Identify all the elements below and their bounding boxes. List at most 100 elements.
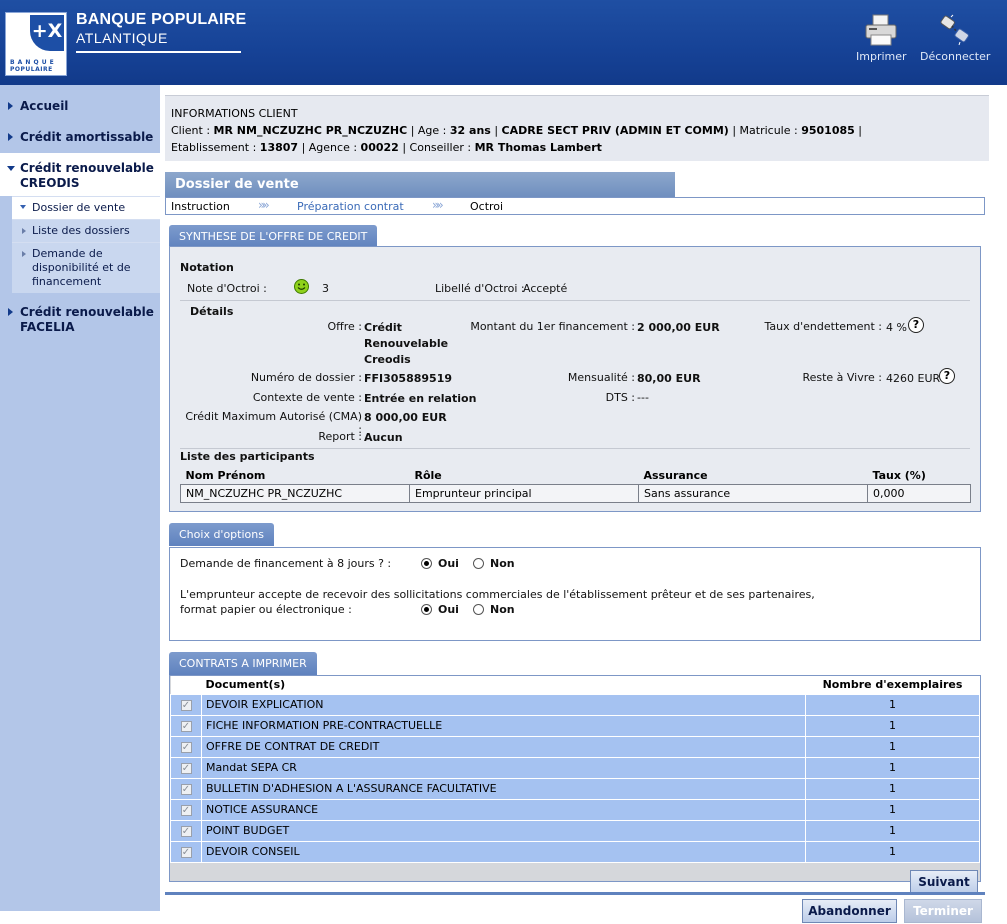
print-button[interactable]: Imprimer	[856, 14, 907, 63]
client-info-title: INFORMATIONS CLIENT	[171, 107, 298, 120]
logout-label: Déconnecter	[920, 50, 991, 63]
workflow-steps: Instruction »» Préparation contrat »» Oc…	[165, 197, 985, 215]
arrow-down-icon	[20, 205, 26, 209]
document-checkbox[interactable]: ✓	[180, 784, 192, 795]
offre-label: Offre :	[327, 320, 363, 333]
document-checkbox[interactable]: ✓	[180, 721, 192, 732]
sidebar-subitem-demande-disponibilite[interactable]: Demande de disponibilité et de financeme…	[12, 242, 160, 293]
column-header: Nom Prénom	[185, 469, 266, 482]
help-icon[interactable]: ?	[908, 317, 924, 333]
column-header: Taux (%)	[872, 469, 926, 482]
participant-name: NM_NCZUZHC PR_NCZUZHC	[180, 484, 410, 503]
document-count: 1	[805, 819, 980, 842]
document-name: DEVOIR CONSEIL	[201, 840, 806, 863]
document-count: 1	[805, 735, 980, 758]
document-checkbox[interactable]: ✓	[180, 700, 192, 711]
mensualite-value: 80,00 EUR	[637, 372, 701, 385]
document-name: FICHE INFORMATION PRE-CONTRACTUELLE	[201, 714, 806, 737]
notation-title: Notation	[180, 261, 234, 274]
arrow-right-icon	[22, 251, 26, 257]
sidebar-subitem-liste-des-dossiers[interactable]: Liste des dossiers	[12, 219, 160, 242]
client-info-line2: Etablissement : 13807 | Agence : 00022 |…	[171, 139, 983, 156]
document-count: 1	[805, 777, 980, 800]
document-count: 1	[805, 756, 980, 779]
contracts-table: Document(s) Nombre d'exemplaires ✓ DEVOI…	[170, 676, 980, 863]
document-checkbox[interactable]: ✓	[180, 805, 192, 816]
page-title: Dossier de vente	[165, 172, 675, 197]
document-count: 1	[805, 840, 980, 863]
table-row: ✓ Mandat SEPA CR 1	[170, 756, 980, 779]
logo-mark: +X	[30, 15, 64, 51]
help-icon[interactable]: ?	[939, 368, 955, 384]
logo-text: B A N Q U E POPULAIRE	[10, 59, 55, 73]
sidebar-subitem-label: Dossier de vente	[32, 201, 126, 214]
taux-endettement-value: 4 %	[886, 321, 907, 334]
document-name: BULLETIN D'ADHESION A L'ASSURANCE FACULT…	[201, 777, 806, 800]
libelle-octroi-label: Libellé d'Octroi :	[435, 282, 525, 295]
reste-a-vivre-value: 4260 EUR	[886, 372, 941, 385]
sidebar-subitem-dossier-de-vente[interactable]: Dossier de vente	[12, 196, 160, 219]
taux-endettement-label: Taux d'endettement :	[764, 320, 882, 333]
client-agence: 00022	[360, 141, 399, 154]
document-checkbox[interactable]: ✓	[180, 742, 192, 753]
table-row: NM_NCZUZHC PR_NCZUZHC Emprunteur princip…	[180, 484, 971, 503]
sidebar-item-label: Crédit renouvelable CREODIS	[20, 161, 154, 190]
document-count: 1	[805, 798, 980, 821]
table-header-row: Nom Prénom Rôle Assurance Taux (%)	[181, 467, 971, 485]
radio-q2-oui-label[interactable]: Oui	[438, 603, 459, 616]
document-name: POINT BUDGET	[201, 819, 806, 842]
chevron-double-icon: »»	[258, 198, 270, 212]
participant-role: Emprunteur principal	[409, 484, 639, 503]
mensualite-label: Mensualité :	[567, 371, 635, 384]
document-checkbox[interactable]: ✓	[180, 763, 192, 774]
document-name: OFFRE DE CONTRAT DE CREDIT	[201, 735, 806, 758]
libelle-octroi-value: Accepté	[523, 282, 568, 295]
cma-value: 8 000,00 EUR	[364, 411, 447, 424]
client-matricule: 9501085	[801, 124, 855, 137]
participant-rate: 0,000	[867, 484, 971, 503]
logout-button[interactable]: Déconnecter	[920, 14, 990, 63]
arrow-right-icon	[8, 102, 13, 110]
matricule-label: | Matricule :	[728, 124, 802, 137]
sidebar-item-accueil[interactable]: Accueil	[0, 91, 160, 119]
chevron-double-icon: »»	[432, 198, 444, 212]
participants-title: Liste des participants	[180, 450, 315, 463]
document-name: Mandat SEPA CR	[201, 756, 806, 779]
arrow-right-icon	[8, 133, 13, 141]
synthese-panel: Notation Note d'Octroi : 3 Libellé d'Oct…	[169, 246, 981, 512]
document-checkbox[interactable]: ✓	[180, 847, 192, 858]
conseiller-label: | Conseiller :	[398, 141, 475, 154]
abandonner-button[interactable]: Abandonner	[802, 899, 897, 923]
column-header: Document(s)	[201, 676, 806, 694]
note-octroi-label: Note d'Octroi :	[187, 282, 267, 295]
radio-q1-non[interactable]	[473, 558, 484, 569]
radio-q1-oui-label[interactable]: Oui	[438, 557, 459, 570]
sidebar-item-creodis[interactable]: Crédit renouvelable CREODIS	[0, 153, 160, 196]
question-sollicitations-line1: L'emprunteur accepte de recevoir des sol…	[180, 588, 815, 601]
client-profession: CADRE SECT PRIV (ADMIN ET COMM)	[501, 124, 729, 137]
radio-q2-non-label[interactable]: Non	[490, 603, 515, 616]
column-header: Rôle	[414, 469, 442, 482]
agence-label: | Agence :	[298, 141, 361, 154]
numero-dossier-label: Numéro de dossier :	[250, 371, 362, 384]
participant-insurance: Sans assurance	[638, 484, 868, 503]
sidebar-item-credit-amortissable[interactable]: Crédit amortissable	[0, 122, 160, 150]
footer-divider	[165, 892, 985, 895]
sidebar-item-label: Crédit amortissable	[20, 130, 154, 144]
radio-q1-oui[interactable]	[421, 558, 432, 569]
radio-q2-oui[interactable]	[421, 604, 432, 615]
report-value: Aucun	[364, 431, 403, 444]
etablissement-label: Etablissement :	[171, 141, 260, 154]
divider	[180, 300, 970, 301]
document-checkbox[interactable]: ✓	[180, 826, 192, 837]
sidebar-item-facelia[interactable]: Crédit renouvelable FACELIA	[0, 297, 160, 340]
suivant-button[interactable]: Suivant	[910, 870, 978, 894]
terminer-button[interactable]: Terminer	[904, 899, 982, 923]
app-window: +X B A N Q U E POPULAIRE BANQUE POPULAIRE…	[0, 0, 1007, 924]
document-name: DEVOIR EXPLICATION	[201, 693, 806, 716]
column-header: Assurance	[643, 469, 708, 482]
montant-financement-label: Montant du 1er financement :	[470, 320, 635, 333]
step-preparation-contrat[interactable]: Préparation contrat	[297, 200, 404, 213]
radio-q2-non[interactable]	[473, 604, 484, 615]
radio-q1-non-label[interactable]: Non	[490, 557, 515, 570]
